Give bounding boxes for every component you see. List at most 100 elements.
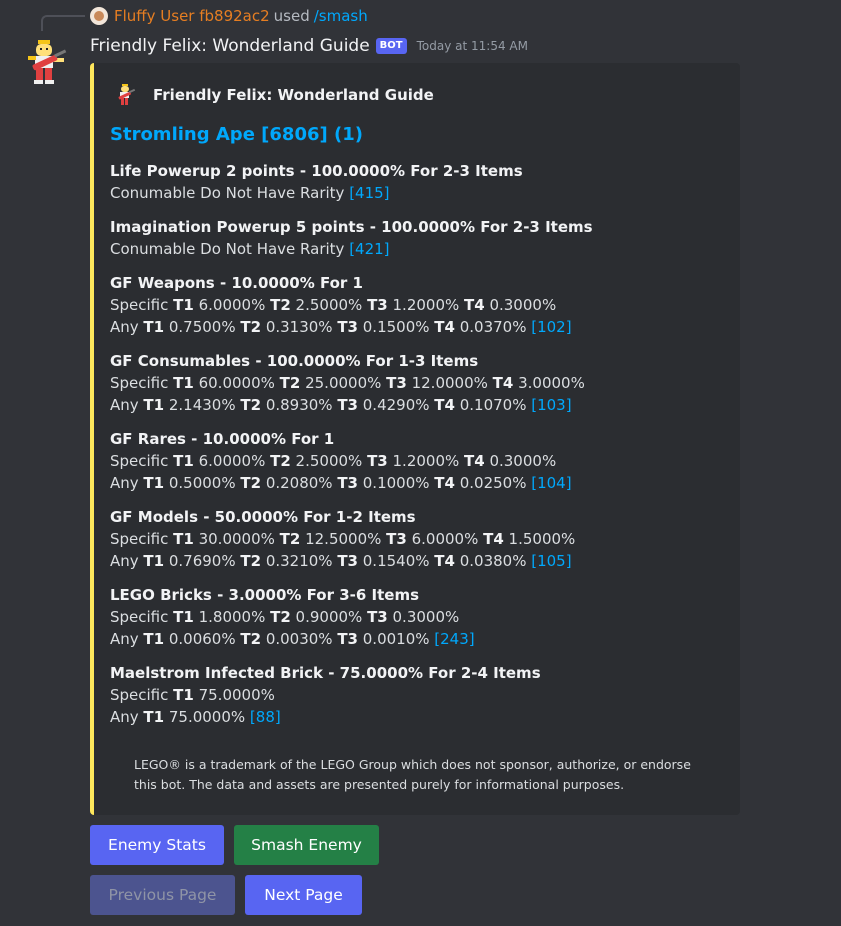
tier-label: T2 [240, 474, 262, 492]
item-link[interactable]: [421] [349, 240, 389, 258]
tier-label: T2 [270, 452, 291, 470]
next-page-button[interactable]: Next Page [245, 875, 362, 915]
tier-label: T4 [434, 396, 455, 414]
embed-footer: LEGO® is a trademark of the LEGO Group w… [134, 757, 691, 792]
smash-enemy-button[interactable]: Smash Enemy [234, 825, 379, 865]
embed-field: GF Consumables - 100.0000% For 1-3 Items… [110, 350, 730, 416]
item-link[interactable]: [415] [349, 184, 389, 202]
reply-username[interactable]: Fluffy User fb892ac2 [114, 7, 270, 25]
embed-fields: Life Powerup 2 points - 100.0000% For 2-… [110, 160, 730, 740]
embed-field-line: Specific T1 30.0000% T2 12.5000% T3 6.00… [110, 528, 730, 550]
field-text: 25.0000% [300, 374, 387, 392]
field-text: Specific [110, 530, 174, 548]
embed-field-name: GF Models - 50.0000% For 1-2 Items [110, 508, 416, 526]
field-text: 2.1430% [164, 396, 241, 414]
field-text: 6.0000% [193, 296, 271, 314]
tier-label: T4 [434, 552, 455, 570]
tier-label: T3 [337, 552, 358, 570]
tier-label: T3 [337, 396, 358, 414]
item-link[interactable]: [105] [531, 552, 571, 570]
field-text: 0.9000% [290, 608, 368, 626]
field-text: 1.2000% [387, 452, 465, 470]
field-text: 0.1540% [358, 552, 435, 570]
embed-field: Life Powerup 2 points - 100.0000% For 2-… [110, 160, 730, 204]
message-timestamp[interactable]: Today at 11:54 AM [417, 39, 528, 53]
field-text: 30.0000% [193, 530, 280, 548]
author-icon [118, 84, 136, 105]
field-text: 75.0000% [193, 686, 275, 704]
field-text: 0.3000% [484, 452, 557, 470]
field-text: 0.3210% [261, 552, 338, 570]
field-text: 6.0000% [193, 452, 271, 470]
reply-action: used [273, 7, 310, 25]
item-link[interactable]: [243] [434, 630, 474, 648]
embed-author: Friendly Felix: Wonderland Guide [115, 84, 434, 106]
tier-label: T1 [173, 374, 194, 392]
tier-label: T1 [173, 608, 194, 626]
field-text: Specific [110, 296, 174, 314]
bot-username[interactable]: Friendly Felix: Wonderland Guide [90, 36, 370, 56]
user-avatar-icon[interactable] [90, 7, 108, 25]
embed-title[interactable]: Stromling Ape [6806] (1) [110, 124, 363, 145]
field-text: 6.0000% [406, 530, 484, 548]
item-link[interactable]: [102] [531, 318, 571, 336]
embed-field-name: GF Weapons - 10.0000% For 1 [110, 274, 363, 292]
embed-field-name: GF Rares - 10.0000% For 1 [110, 430, 335, 448]
field-text: Specific [110, 608, 174, 626]
tier-label: T2 [240, 396, 262, 414]
reply-connector [41, 15, 85, 31]
embed-field-line: Specific T1 75.0000% [110, 684, 730, 706]
item-link[interactable]: [88] [250, 708, 281, 726]
field-text: Any [110, 318, 144, 336]
previous-page-button[interactable]: Previous Page [90, 875, 235, 915]
field-text: 0.0370% [454, 318, 532, 336]
tier-label: T2 [279, 530, 301, 548]
bot-badge: BOT [375, 38, 407, 54]
field-text: 0.3000% [484, 296, 557, 314]
tier-label: T3 [367, 608, 388, 626]
tier-label: T1 [143, 630, 165, 648]
field-text: Conumable Do Not Have Rarity [110, 184, 350, 202]
field-text: Any [110, 630, 144, 648]
embed-field-line: Any T1 0.0060% T2 0.0030% T3 0.0010% [24… [110, 628, 730, 650]
tier-label: T4 [483, 530, 504, 548]
bot-avatar-icon[interactable] [24, 38, 68, 86]
field-text: 0.5000% [164, 474, 241, 492]
field-text: 75.0000% [164, 708, 250, 726]
field-text: 0.0380% [454, 552, 532, 570]
tier-label: T1 [173, 296, 194, 314]
item-link[interactable]: [104] [531, 474, 571, 492]
field-text: 1.8000% [193, 608, 271, 626]
embed-field: GF Rares - 10.0000% For 1 Specific T1 6.0… [110, 428, 730, 494]
tier-label: T3 [337, 630, 358, 648]
reply-command[interactable]: /smash [314, 7, 368, 25]
tier-label: T1 [143, 474, 165, 492]
embed-field-line: Any T1 0.7500% T2 0.3130% T3 0.1500% T4 … [110, 316, 730, 338]
embed-field-line: Specific T1 6.0000% T2 2.5000% T3 1.2000… [110, 294, 730, 316]
field-text: 0.0030% [261, 630, 338, 648]
embed-field: LEGO Bricks - 3.0000% For 3-6 Items Speci… [110, 584, 730, 650]
tier-label: T4 [434, 474, 455, 492]
tier-label: T2 [279, 374, 301, 392]
embed-field-line: Conumable Do Not Have Rarity [421] [110, 238, 730, 260]
embed-field-line: Any T1 2.1430% T2 0.8930% T3 0.4290% T4 … [110, 394, 730, 416]
reply-reference[interactable]: Fluffy User fb892ac2 used /smash [90, 6, 368, 26]
field-text: Any [110, 396, 144, 414]
embed-author-name: Friendly Felix: Wonderland Guide [153, 86, 434, 104]
tier-label: T3 [367, 296, 388, 314]
field-text: 60.0000% [193, 374, 280, 392]
tier-label: T1 [143, 552, 165, 570]
embed-field-name: Imagination Powerup 5 points - 100.0000%… [110, 218, 593, 236]
tier-label: T1 [143, 396, 165, 414]
embed-field-line: Any T1 75.0000% [88] [110, 706, 730, 728]
enemy-stats-button[interactable]: Enemy Stats [90, 825, 224, 865]
item-link[interactable]: [103] [531, 396, 571, 414]
embed-field: GF Models - 50.0000% For 1-2 Items Specif… [110, 506, 730, 572]
embed-field-line: Specific T1 60.0000% T2 25.0000% T3 12.0… [110, 372, 730, 394]
field-text: 1.5000% [503, 530, 576, 548]
field-text: 0.7690% [164, 552, 241, 570]
embed-field-line: Conumable Do Not Have Rarity [415] [110, 182, 730, 204]
tier-label: T1 [143, 318, 165, 336]
embed-field-line: Specific T1 1.8000% T2 0.9000% T3 0.3000… [110, 606, 730, 628]
embed-field: Maelstrom Infected Brick - 75.0000% For … [110, 662, 730, 728]
